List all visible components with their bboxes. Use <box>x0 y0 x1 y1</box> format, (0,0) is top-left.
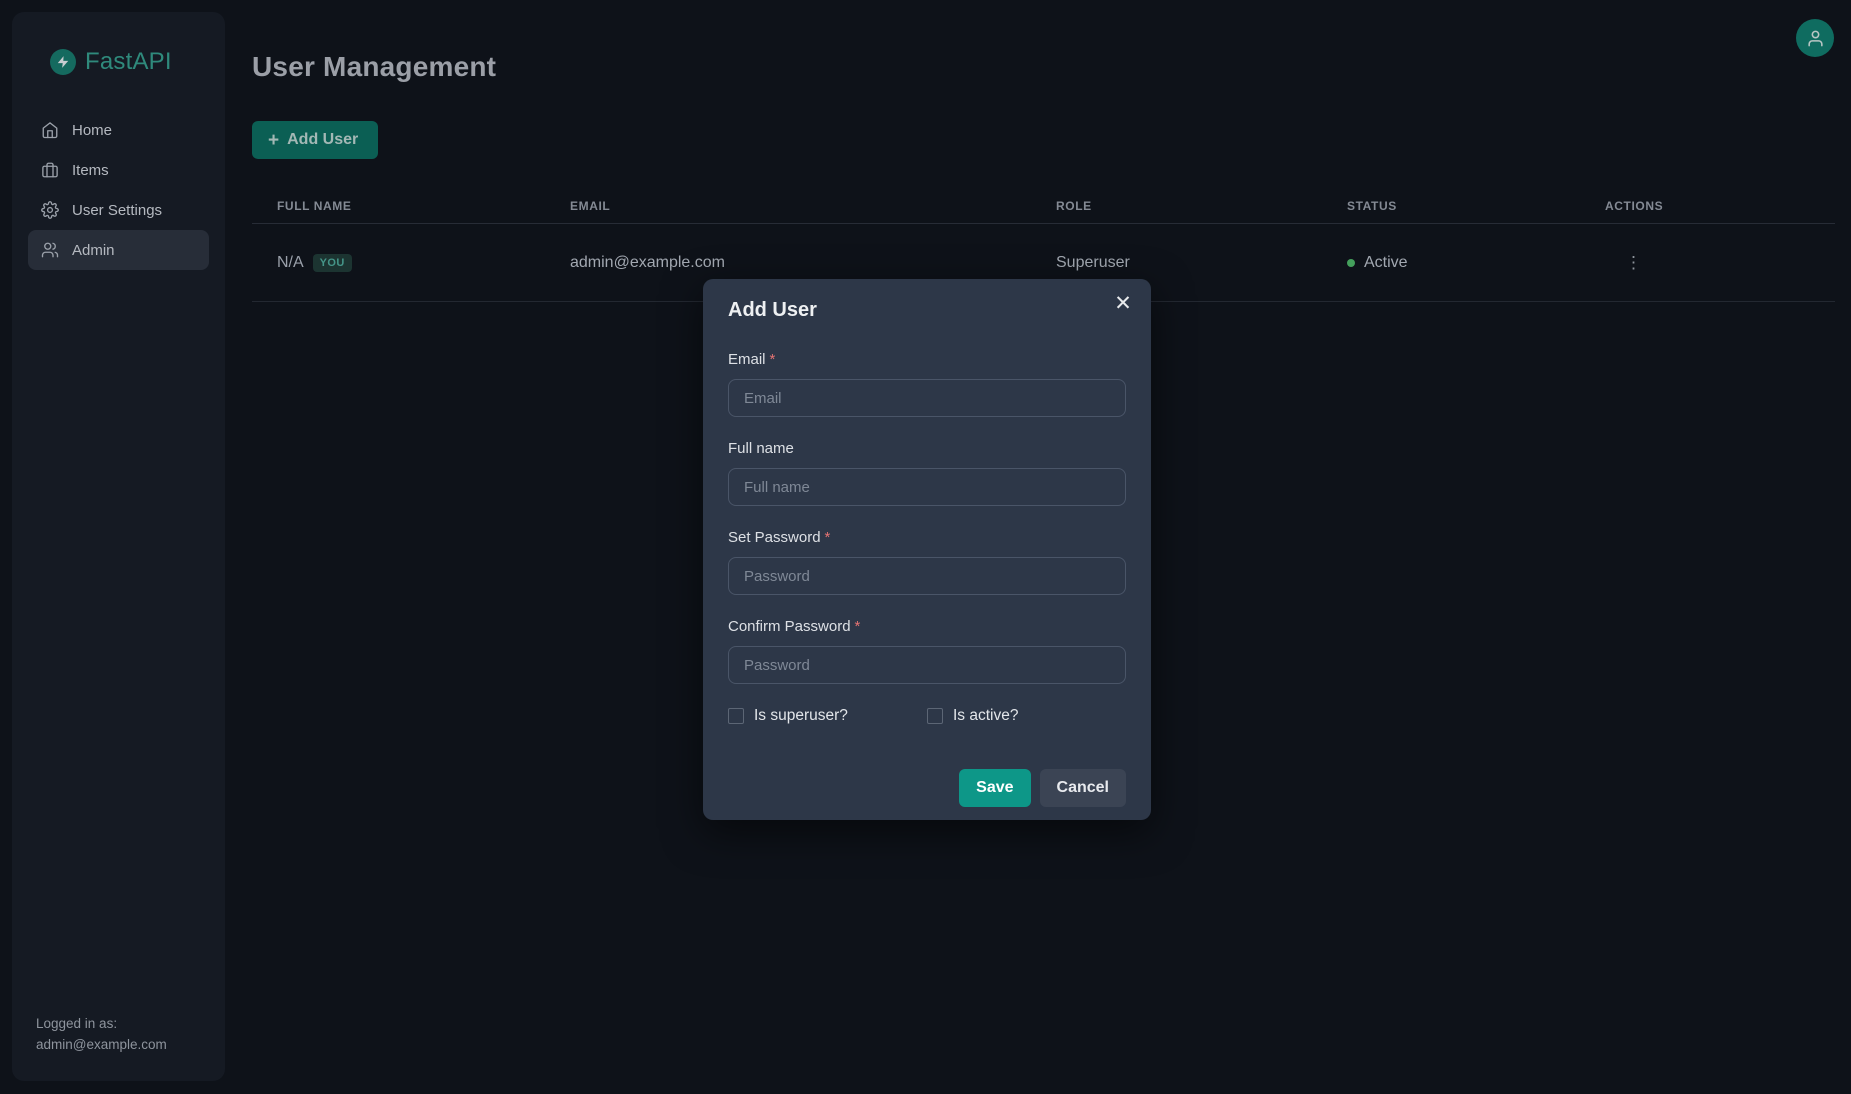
add-user-button-label: Add User <box>287 131 358 149</box>
email-field-block: Email* <box>728 350 1126 417</box>
column-header-full-name: FULL NAME <box>252 199 545 223</box>
sidebar-item-user-settings[interactable]: User Settings <box>28 190 209 230</box>
user-menu-button[interactable] <box>1796 19 1834 57</box>
sidebar-item-label: User Settings <box>72 202 162 219</box>
user-avatar-icon <box>1806 29 1825 48</box>
sidebar-item-label: Items <box>72 162 109 179</box>
sidebar: FastAPI Home Items User Settings Admin L… <box>12 12 225 1081</box>
column-header-status: STATUS <box>1322 199 1580 223</box>
is-active-label: Is active? <box>953 707 1018 725</box>
cell-role: Superuser <box>1031 254 1322 272</box>
add-user-button[interactable]: + Add User <box>252 121 378 159</box>
you-badge: YOU <box>313 254 352 272</box>
cell-actions: ⋮ <box>1580 250 1835 275</box>
status-active-dot <box>1347 259 1355 267</box>
checkbox-icon <box>927 708 943 724</box>
full-name-field[interactable] <box>728 468 1126 506</box>
full-name-field-block: Full name <box>728 439 1126 506</box>
modal-title: Add User <box>728 297 1126 323</box>
full-name-value: N/A <box>277 254 304 272</box>
cell-full-name: N/A YOU <box>252 254 545 272</box>
full-name-field-label: Full name <box>728 439 1126 459</box>
users-icon <box>41 241 59 259</box>
sidebar-item-items[interactable]: Items <box>28 150 209 190</box>
modal-actions: Save Cancel <box>728 769 1126 807</box>
brand-name: FastAPI <box>85 48 172 76</box>
briefcase-icon <box>41 161 59 179</box>
page-title: User Management <box>252 52 1835 82</box>
is-active-checkbox[interactable]: Is active? <box>927 707 1126 725</box>
add-user-modal: Add User ✕ Email* Full name Set Password… <box>703 279 1151 820</box>
logged-in-info: Logged in as: admin@example.com <box>36 1013 167 1055</box>
email-field-label: Email* <box>728 350 1126 370</box>
column-header-email: EMAIL <box>545 199 1031 223</box>
confirm-password-field-label: Confirm Password* <box>728 617 1126 637</box>
cell-status: Active <box>1322 254 1580 272</box>
confirm-password-field[interactable] <box>728 646 1126 684</box>
row-actions-menu-button[interactable]: ⋮ <box>1619 250 1648 275</box>
required-marker: * <box>825 529 831 546</box>
sidebar-item-label: Home <box>72 122 112 139</box>
fastapi-logo: FastAPI <box>28 48 209 76</box>
table-header-row: FULL NAME EMAIL ROLE STATUS ACTIONS <box>252 199 1835 224</box>
label-text: Set Password <box>728 529 821 546</box>
required-marker: * <box>855 618 861 635</box>
logged-in-email: admin@example.com <box>36 1034 167 1055</box>
sidebar-nav: Home Items User Settings Admin <box>28 110 209 270</box>
required-marker: * <box>770 351 776 368</box>
status-label: Active <box>1364 254 1408 272</box>
label-text: Email <box>728 351 766 368</box>
close-icon[interactable]: ✕ <box>1107 287 1139 319</box>
label-text: Full name <box>728 440 794 457</box>
set-password-field-block: Set Password* <box>728 528 1126 595</box>
checkbox-icon <box>728 708 744 724</box>
set-password-field-label: Set Password* <box>728 528 1126 548</box>
kebab-icon: ⋮ <box>1625 253 1642 272</box>
plus-icon: + <box>268 131 279 150</box>
set-password-field[interactable] <box>728 557 1126 595</box>
is-superuser-label: Is superuser? <box>754 707 848 725</box>
cell-email: admin@example.com <box>545 254 1031 272</box>
home-icon <box>41 121 59 139</box>
cancel-button[interactable]: Cancel <box>1040 769 1126 807</box>
confirm-password-field-block: Confirm Password* <box>728 617 1126 684</box>
column-header-role: ROLE <box>1031 199 1322 223</box>
column-header-actions: ACTIONS <box>1580 199 1835 223</box>
sidebar-item-admin[interactable]: Admin <box>28 230 209 270</box>
label-text: Confirm Password <box>728 618 851 635</box>
email-field[interactable] <box>728 379 1126 417</box>
checkbox-row: Is superuser? Is active? <box>728 706 1126 726</box>
logged-in-label: Logged in as: <box>36 1013 167 1034</box>
sidebar-item-label: Admin <box>72 242 115 259</box>
save-button[interactable]: Save <box>959 769 1030 807</box>
gear-icon <box>41 201 59 219</box>
sidebar-item-home[interactable]: Home <box>28 110 209 150</box>
lightning-bolt-icon <box>50 49 76 75</box>
is-superuser-checkbox[interactable]: Is superuser? <box>728 707 927 725</box>
